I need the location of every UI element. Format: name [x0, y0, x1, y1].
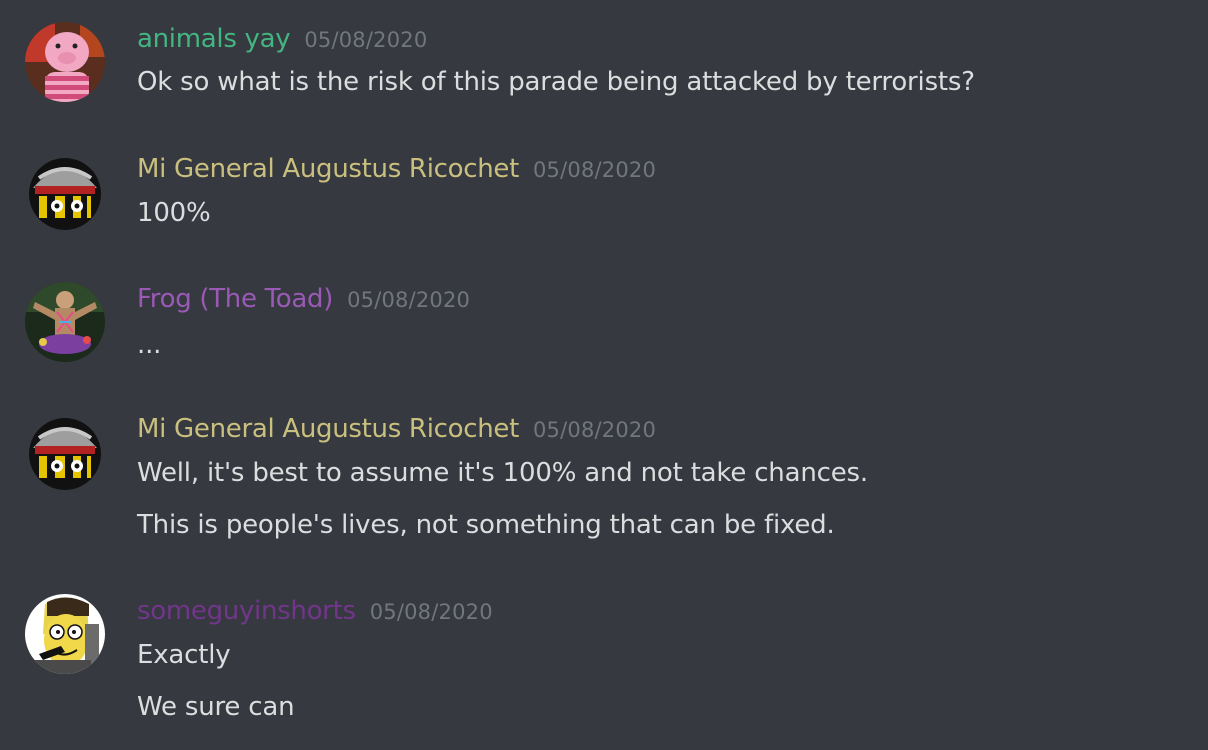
username[interactable]: someguyinshorts [137, 596, 356, 626]
cartoon-man-avatar[interactable] [25, 594, 105, 674]
chat-messages: animals yay 05/08/2020 Ok so what is the … [0, 0, 1208, 750]
username[interactable]: Mi General Augustus Ricochet [137, 414, 519, 444]
message-text: 100% [137, 198, 211, 228]
message-text: Well, it's best to assume it's 100% and … [137, 458, 868, 488]
soldier-ball-avatar[interactable] [25, 152, 105, 232]
timestamp: 05/08/2020 [369, 600, 493, 624]
message-header: animals yay 05/08/2020 [137, 22, 427, 56]
message-header: Mi General Augustus Ricochet 05/08/2020 [137, 412, 656, 446]
timestamp: 05/08/2020 [532, 158, 657, 182]
timestamp: 05/08/2020 [347, 288, 471, 312]
message-text: ... [137, 330, 162, 360]
message-text: Exactly [137, 640, 231, 670]
message-text: Ok so what is the risk of this parade be… [137, 67, 975, 97]
soldier-ball-avatar[interactable] [25, 412, 105, 492]
message-text: We sure can [137, 692, 295, 722]
painted-figure-avatar[interactable] [25, 282, 105, 362]
message-header: Mi General Augustus Ricochet 05/08/2020 [137, 152, 656, 186]
username[interactable]: Mi General Augustus Ricochet [137, 154, 519, 184]
message-text: This is people's lives, not something th… [137, 510, 835, 540]
timestamp: 05/08/2020 [532, 418, 657, 442]
username[interactable]: animals yay [137, 24, 291, 54]
timestamp: 05/08/2020 [304, 28, 428, 52]
pink-pig-avatar[interactable] [25, 22, 105, 102]
username[interactable]: Frog (The Toad) [137, 284, 333, 314]
message-header: Frog (The Toad) 05/08/2020 [137, 282, 470, 316]
message-header: someguyinshorts 05/08/2020 [137, 594, 493, 628]
